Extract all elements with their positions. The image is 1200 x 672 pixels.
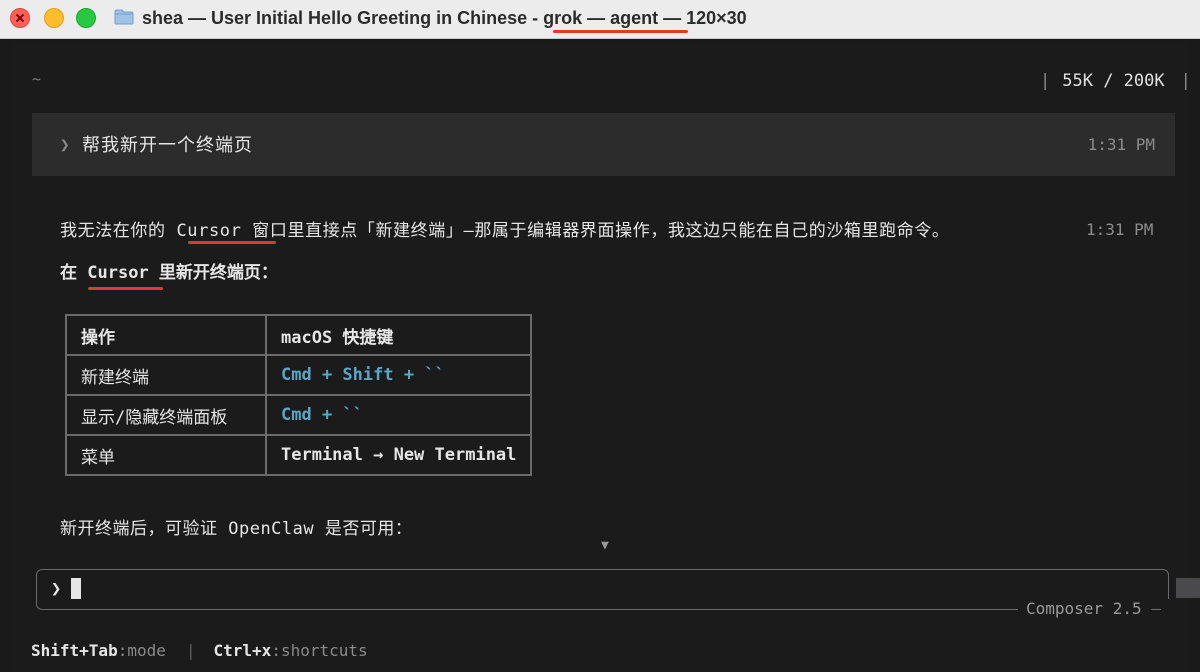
table-row: 菜单 Terminal → New Terminal xyxy=(65,434,533,476)
reply-line-1: 我无法在你的 Cursor 窗口里直接点「新建终端」—那属于编辑器界面操作，我这… xyxy=(60,221,950,241)
reply-time: 1:31 PM xyxy=(1086,220,1154,239)
table-row: 新建终端 Cmd + Shift + `` xyxy=(65,354,533,396)
table-row: 显示/隐藏终端面板 Cmd + `` xyxy=(65,394,533,436)
mode-shortcut-label: :mode xyxy=(117,641,166,660)
table-header-cell: 操作 xyxy=(65,314,267,356)
user-message-time: 1:31 PM xyxy=(1087,135,1155,154)
reply-highlight-underline-1 xyxy=(188,241,276,244)
table-cell: Terminal → New Terminal xyxy=(264,434,533,476)
chevron-right-icon: ❯ xyxy=(60,135,70,154)
reply-line-2: 在 Cursor 里新开终端页： xyxy=(60,263,278,283)
token-usage: | 55K / 200K | xyxy=(1040,71,1191,91)
minimize-window-button[interactable] xyxy=(44,8,64,28)
chevron-down-icon[interactable]: ▼ xyxy=(601,538,609,553)
table-cell: 显示/隐藏终端面板 xyxy=(65,394,267,436)
table-cell: 新建终端 xyxy=(65,354,267,396)
folder-icon xyxy=(114,9,134,25)
model-selector[interactable]: Composer 2.5 — xyxy=(1018,599,1169,618)
user-message: ❯ 帮我新开一个终端页 1:31 PM xyxy=(32,113,1175,176)
title-highlight-underline xyxy=(553,30,688,33)
window-title: shea — User Initial Hello Greeting in Ch… xyxy=(142,8,747,28)
window-titlebar: shea — User Initial Hello Greeting in Ch… xyxy=(0,0,1200,39)
user-message-text: 帮我新开一个终端页 xyxy=(82,135,253,156)
scrollbar-thumb[interactable] xyxy=(1176,578,1200,598)
shortcut-footer: Shift+Tab:mode | Ctrl+x:shortcuts xyxy=(31,641,368,660)
token-count: 55K / 200K xyxy=(1062,71,1165,91)
reply-highlight-underline-2 xyxy=(88,287,163,290)
table-header-row: 操作 macOS 快捷键 xyxy=(65,314,533,356)
model-name: Composer 2.5 xyxy=(1026,599,1142,618)
table-header-cell: macOS 快捷键 xyxy=(264,314,533,356)
close-window-button[interactable] xyxy=(10,8,30,28)
reply-line-3: 新开终端后，可验证 OpenClaw 是否可用： xyxy=(60,519,413,539)
maximize-window-button[interactable] xyxy=(76,8,96,28)
prompt-input[interactable]: ❯ xyxy=(36,569,1169,610)
shortcut-table: 操作 macOS 快捷键 新建终端 Cmd + Shift + `` 显示/隐藏… xyxy=(65,314,533,476)
table-cell: Cmd + `` xyxy=(264,394,533,436)
table-cell: Cmd + Shift + `` xyxy=(264,354,533,396)
text-cursor xyxy=(71,578,81,599)
cursor-word: Cursor xyxy=(176,221,242,241)
cursor-word-2: Cursor xyxy=(87,263,149,283)
mode-shortcut-key: Shift+Tab xyxy=(31,641,118,660)
table-cell: 菜单 xyxy=(65,434,267,476)
shortcuts-key: Ctrl+x xyxy=(213,641,272,660)
cwd-indicator: ~ xyxy=(32,70,42,88)
shortcuts-label: :shortcuts xyxy=(271,641,368,660)
prompt-chevron-icon: ❯ xyxy=(51,579,62,599)
